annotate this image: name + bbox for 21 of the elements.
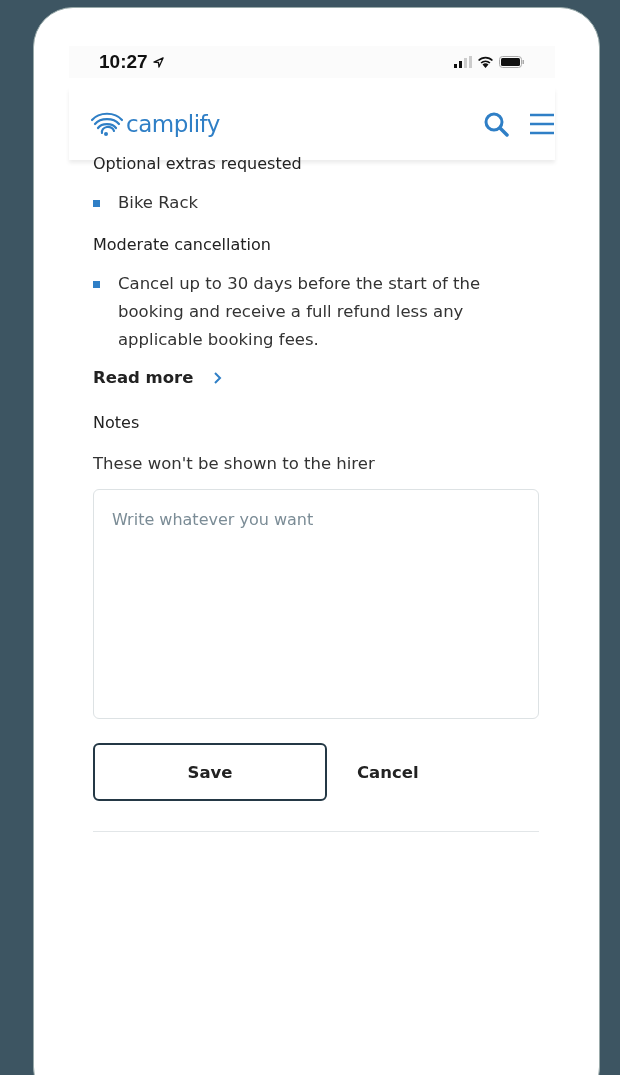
section-heading: Optional extras requested [93,154,303,173]
battery-icon [499,56,525,68]
notes-field[interactable]: Write whatever you want [93,489,539,719]
logo-icon [90,111,124,137]
signal-icon [454,56,472,68]
section-heading: Notes [93,413,141,432]
menu-icon[interactable] [529,113,555,135]
bullet-icon [93,281,100,288]
logo-wordmark[interactable]: camplify [126,111,220,137]
notes-hint: These won't be shown to the hirer [93,454,376,473]
policy-text: Cancel up to 30 days before the start of the booking and receive a full refund less any applicable booking fees. [118,273,482,351]
location-arrow-icon [152,56,164,68]
read-more-link[interactable]: Read more [93,368,194,387]
save-button[interactable]: Save [93,743,327,801]
section-heading: Moderate cancellation [93,235,272,254]
wifi-icon [477,56,494,68]
chevron-right-icon[interactable] [213,370,224,385]
status-time: 10:27 [99,51,148,73]
bullet-icon [93,200,100,207]
list-item-text: Bike Rack [118,192,199,214]
search-icon[interactable] [483,111,509,137]
